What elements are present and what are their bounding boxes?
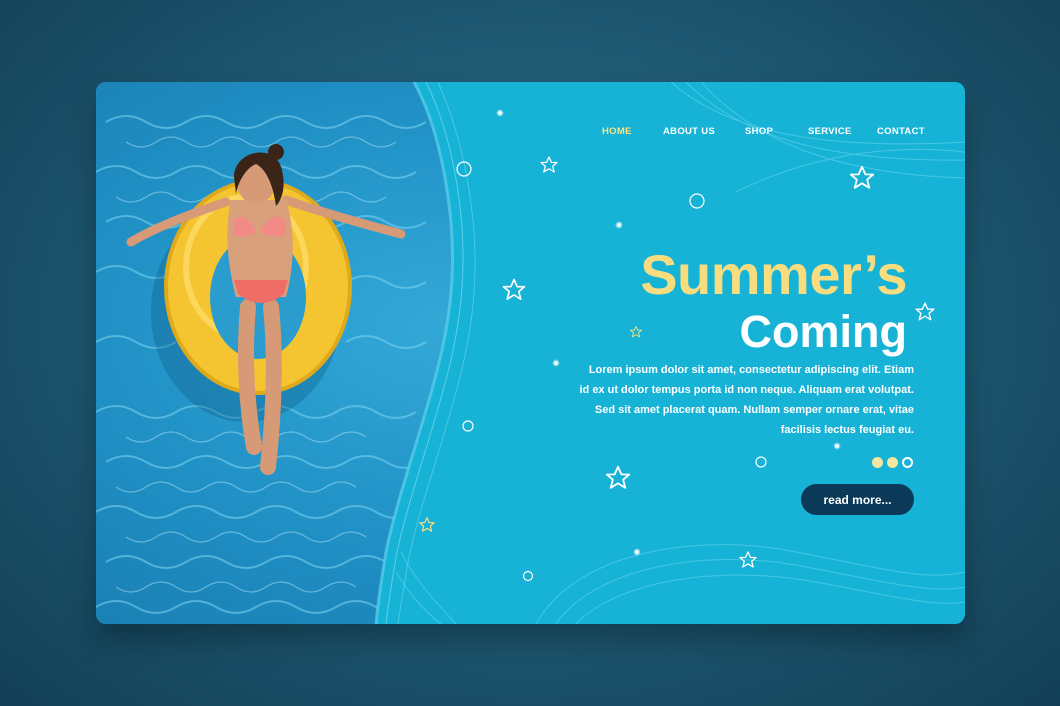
nav-shop[interactable]: SHOP xyxy=(745,126,773,137)
nav-service[interactable]: SERVICE xyxy=(808,126,852,137)
slider-dot-3[interactable] xyxy=(902,457,913,468)
hero-description: Lorem ipsum dolor sit amet, consectetur … xyxy=(579,364,914,436)
landing-card: HOME ABOUT US SHOP SERVICE CONTACT Summe… xyxy=(96,82,965,624)
hero-title: Summer’s Coming xyxy=(640,243,907,357)
read-more-button[interactable]: read more... xyxy=(801,484,914,515)
slider-dot-1[interactable] xyxy=(872,457,883,468)
nav-contact[interactable]: CONTACT xyxy=(877,126,925,137)
hero-title-line2: Coming xyxy=(739,306,907,357)
hero-title-line1: Summer’s xyxy=(640,243,907,306)
nav-about-us[interactable]: ABOUT US xyxy=(663,126,715,137)
slider-dot-2[interactable] xyxy=(887,457,898,468)
main-nav: HOME ABOUT US SHOP SERVICE CONTACT xyxy=(96,126,965,142)
nav-home[interactable]: HOME xyxy=(602,126,632,137)
